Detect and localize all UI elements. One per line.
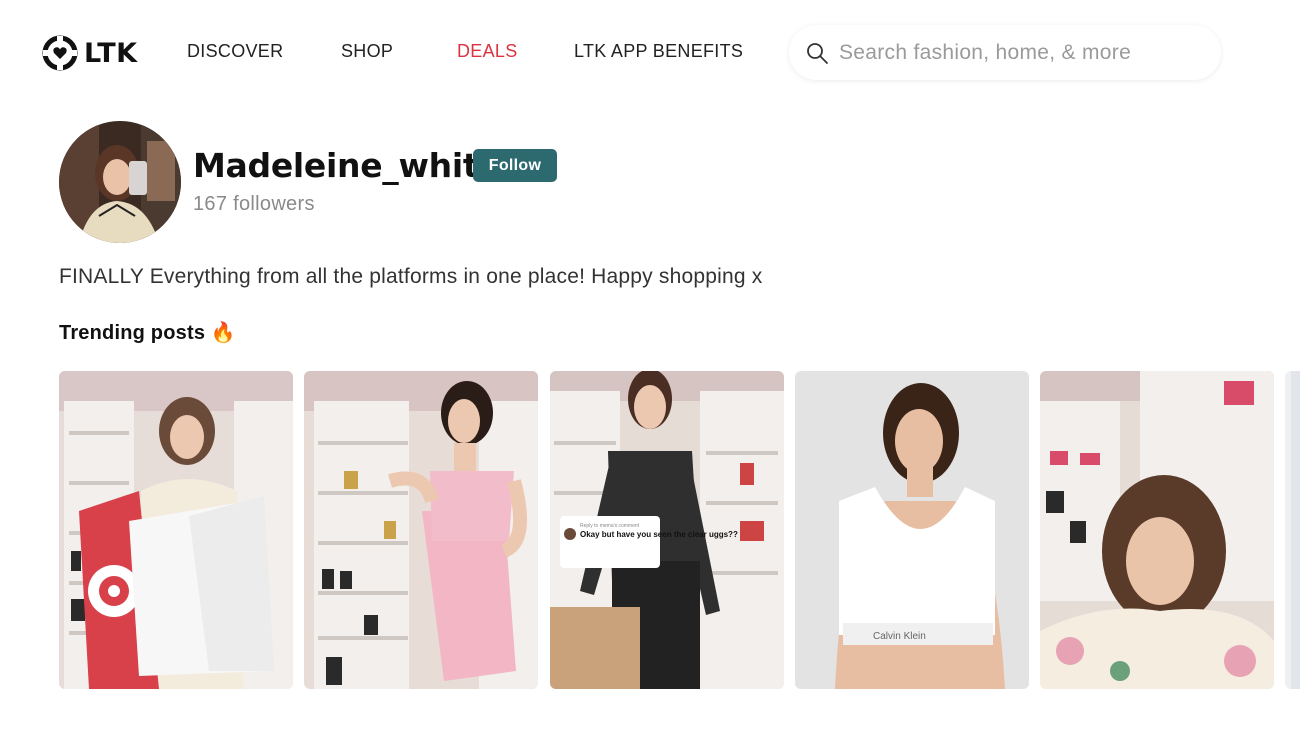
trending-post[interactable]: [304, 371, 538, 689]
ltk-logo[interactable]: LTK: [42, 35, 138, 71]
trending-post[interactable]: Calvin Klein: [795, 371, 1029, 689]
trending-posts-carousel: Reply to mema's comment Okay but have yo…: [59, 371, 1300, 689]
profile-avatar: [59, 121, 181, 243]
search-bar[interactable]: [789, 25, 1221, 80]
trending-posts-title: Trending posts 🔥: [59, 322, 236, 344]
svg-text:Okay but have you seen the cle: Okay but have you seen the clear uggs??: [580, 530, 738, 539]
followers-count: 167 followers: [193, 193, 315, 215]
comment-reply-label: Reply to mema's comment: [580, 523, 640, 529]
nav-ltk-app-benefits[interactable]: LTK APP BENEFITS: [574, 41, 743, 65]
brand-text: Calvin Klein: [873, 631, 926, 642]
trending-post[interactable]: [1285, 371, 1300, 689]
trending-post[interactable]: [1040, 371, 1274, 689]
nav-discover[interactable]: DISCOVER: [187, 41, 283, 65]
nav-deals[interactable]: DEALS: [457, 41, 518, 65]
top-navigation-bar: LTK DISCOVER SHOP DEALS LTK APP BENEFITS: [0, 0, 1300, 105]
profile-bio: FINALLY Everything from all the platform…: [59, 265, 763, 288]
trending-post[interactable]: Reply to mema's comment Okay but have yo…: [550, 371, 784, 689]
follow-button[interactable]: Follow: [473, 149, 557, 182]
ltk-logo-icon: [42, 35, 78, 71]
search-icon: [807, 42, 828, 64]
logo-text: LTK: [84, 37, 138, 69]
comment-text: Okay but have you seen the clear uggs??: [580, 530, 738, 539]
trending-post[interactable]: [59, 371, 293, 689]
search-input[interactable]: [839, 40, 1199, 65]
profile-username: Madeleine_white: [193, 146, 501, 185]
nav-shop[interactable]: SHOP: [341, 41, 393, 65]
